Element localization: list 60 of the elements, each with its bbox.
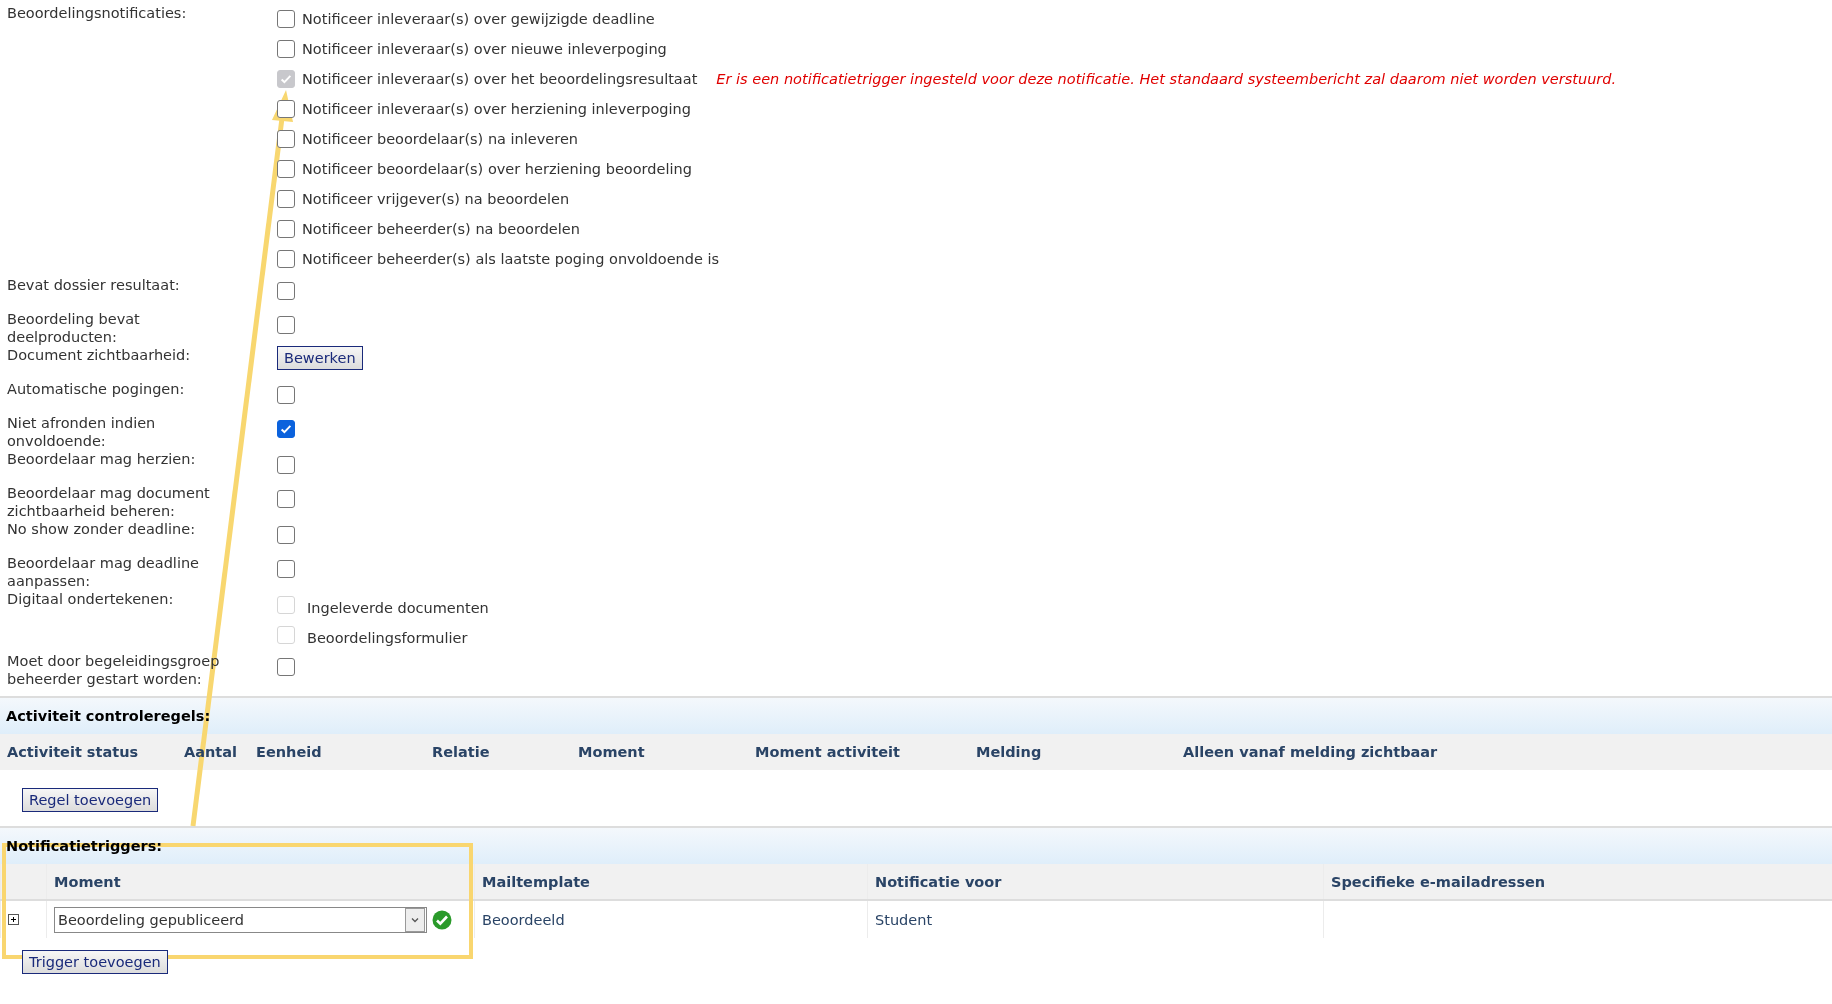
column-header: Moment [571,734,748,770]
checkmark-icon [279,422,293,436]
table-cell: Student [867,900,1324,938]
option-label: Notificeer inleveraar(s) over nieuwe inleverpoging [302,41,667,57]
field-label: Beoordelingsnotificaties: [7,4,188,23]
field-label: Beoordelaar mag herzien: [7,450,197,469]
checkbox[interactable] [277,10,295,28]
checkbox[interactable] [277,316,295,334]
field-label: Beoordelaar mag deadline aanpassen: [7,554,201,590]
option-label: Notificeer inleveraar(s) over gewijzigde deadline [302,11,655,27]
moment-dropdown[interactable]: Beoordeling gepubliceerd [54,906,427,933]
field-label: No show zonder deadline: [7,520,197,539]
column-header: Mailtemplate [474,864,868,900]
column-header: Notificatie voor [867,864,1324,900]
field-label: Beoordeling bevat deelproducten: [7,310,141,346]
checkbox[interactable] [277,250,295,268]
option-label: Ingeleverde documenten [307,600,489,616]
option-label: Notificeer inleveraar(s) over herziening inleverpoging [302,101,691,117]
checkbox[interactable] [277,420,295,438]
checkbox[interactable] [277,386,295,404]
option-label: Beoordelingsformulier [307,630,468,646]
option-label: Notificeer beheerder(s) na beoordelen [302,221,580,237]
table-cell: Beoordeeld [474,900,868,938]
expand-icon[interactable] [8,913,19,925]
checkbox[interactable] [277,456,295,474]
checkbox[interactable] [277,526,295,544]
column-header: Melding [969,734,1176,770]
warning-message: Er is een notificatietrigger ingesteld voor deze notificatie. Het standaard systeembericht zal daarom niet worden verstuurd. [716,71,1617,87]
add-trigger-button[interactable]: Trigger toevoegen [22,950,168,974]
checkbox[interactable] [277,100,295,118]
field-label: Automatische pogingen: [7,380,186,399]
option-label: Notificeer vrijgever(s) na beoordelen [302,191,570,207]
option-label: Notificeer beheerder(s) als laatste poging onvoldoende is [302,251,720,267]
field-label: Beoordelaar mag document zichtbaarheid beheren: [7,484,211,520]
checkbox[interactable] [277,560,295,578]
column-header: Alleen vanaf melding zichtbaar [1176,734,1832,770]
column-header: Relatie [425,734,571,770]
column-header: Activiteit status [0,734,177,770]
checkbox[interactable] [277,190,295,208]
option-label: Notificeer beoordelaar(s) over herziening beoordeling [302,161,692,177]
edit-button[interactable]: Bewerken [277,346,363,370]
field-label: Document zichtbaarheid: [7,346,192,365]
column-header: Moment [46,864,475,900]
column-header: Specifieke e-mailadressen [1323,864,1832,900]
add-rule-button[interactable]: Regel toevoegen [22,788,159,812]
checkbox[interactable] [277,658,295,676]
column-header: Moment activiteit [748,734,969,770]
field-label: Niet afronden indien onvoldoende: [7,414,157,450]
checkbox[interactable] [277,282,295,300]
option-label: Notificeer inleveraar(s) over het beoordelingsresultaat [302,71,698,87]
field-label: Digitaal ondertekenen: [7,590,175,609]
checkbox[interactable] [277,160,295,178]
column-header: Eenheid [249,734,425,770]
checkbox[interactable] [277,40,295,58]
checkbox[interactable] [277,130,295,148]
checkbox[interactable] [277,220,295,238]
checkmark-icon [279,72,293,86]
field-label: Bevat dossier resultaat: [7,276,181,295]
option-label: Notificeer beoordelaar(s) na inleveren [302,131,578,147]
checkbox[interactable] [277,490,295,508]
